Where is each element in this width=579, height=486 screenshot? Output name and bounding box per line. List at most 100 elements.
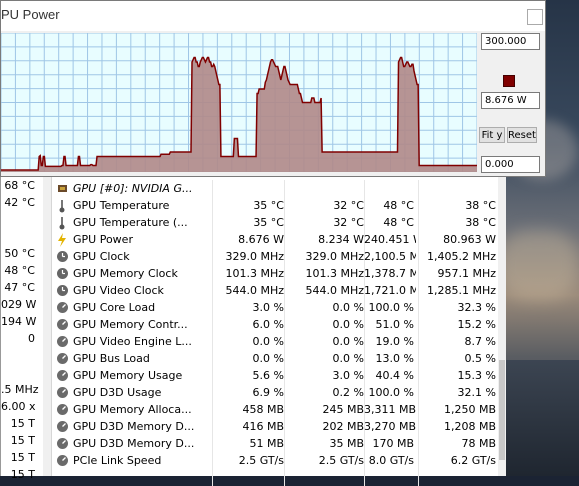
- left-value: 15 T: [10, 468, 35, 481]
- minimum-value: [284, 180, 364, 197]
- average-value: 6.2 GT/s: [450, 454, 496, 467]
- maximum-value: 3,270 MB: [364, 420, 416, 433]
- sensor-row[interactable]: GPU Power 8.676 W 8.234 W240.451 W 80.963 W: [52, 231, 498, 248]
- left-value: .5 MHz: [1, 383, 39, 396]
- average-value: 78 MB: [461, 437, 496, 450]
- thermometer-icon: [55, 216, 69, 230]
- left-value: 194 W: [1, 315, 37, 328]
- sensor-row[interactable]: GPU D3D Memory D... 51 MB 35 MB 170 MB 78 MB: [52, 435, 498, 452]
- sensor-table: GPU [#0]: NVIDIA G... GPU Temperature 35 °…: [52, 180, 498, 486]
- average-value: 1,405.2 MHz: [426, 250, 496, 263]
- gauge-icon: [55, 454, 69, 468]
- sensor-row[interactable]: GPU Memory Contr... 6.0 % 0.0 % 51.0 % 15.2 …: [52, 316, 498, 333]
- sensor-name-cell: GPU Memory Usage: [55, 367, 213, 384]
- sensor-row[interactable]: GPU Clock329.0 MHz329.0 MHz2,100.5 MHz1,…: [52, 248, 498, 265]
- left-value-row: 47 °C: [1, 279, 43, 296]
- scrollbar-thumb[interactable]: [499, 360, 505, 460]
- average-value: 32.1 %: [457, 386, 496, 399]
- left-value-row: 0: [1, 330, 43, 347]
- chip-icon: [55, 182, 69, 196]
- current-value: 8.676 W: [238, 233, 284, 246]
- minimum-value: 32 °C: [333, 199, 364, 212]
- left-value: 15 T: [10, 451, 35, 464]
- min-value-field[interactable]: 0.000: [481, 156, 540, 173]
- current-value: [212, 180, 284, 197]
- sensor-name: GPU Temperature (...: [73, 216, 188, 229]
- sensor-row[interactable]: GPU D3D Usage 6.9 % 0.2 % 100.0 % 32.1 %: [52, 384, 498, 401]
- series-color-swatch[interactable]: [503, 75, 515, 87]
- left-value-row: [1, 211, 43, 228]
- graph-titlebar[interactable]: PU Power: [1, 1, 545, 31]
- minimum-value: 8.234 W: [318, 233, 364, 246]
- sensor-name: GPU Clock: [73, 250, 130, 263]
- gauge-icon: [55, 420, 69, 434]
- sensor-name-cell: GPU Memory Alloca...: [55, 401, 213, 418]
- current-value: 544.0 MHz: [225, 284, 284, 297]
- sensor-row[interactable]: GPU Memory Usage 5.6 % 3.0 % 40.4 % 15.3 %: [52, 367, 498, 384]
- sensor-row[interactable]: GPU Video Clock 544.0 MHz 544.0 MHz 1,721.0…: [52, 282, 498, 299]
- average-value: 15.3 %: [457, 369, 496, 382]
- sensor-name-cell: GPU Core Load: [55, 299, 213, 316]
- sensor-name-cell: GPU Video Engine L...: [55, 333, 213, 350]
- sensor-name: GPU Memory Contr...: [73, 318, 188, 331]
- sensor-name-cell: GPU D3D Memory D...: [55, 435, 213, 452]
- left-value-row: 15 T: [1, 449, 43, 466]
- average-value: 1,285.1 MHz: [426, 284, 496, 297]
- sensor-name: GPU Memory Clock: [73, 267, 178, 280]
- max-value-field[interactable]: 300.000: [481, 33, 540, 50]
- maximum-value: 170 MB: [372, 437, 414, 450]
- gauge-icon: [55, 437, 69, 451]
- sensor-row[interactable]: GPU Video Engine L... 0.0 % 0.0 % 19.0 % 8.7…: [52, 333, 498, 350]
- sensor-name-cell: GPU Bus Load: [55, 350, 213, 367]
- gauge-icon: [55, 352, 69, 366]
- gauge-icon: [55, 301, 69, 315]
- sensor-row[interactable]: GPU D3D Memory D... 416 MB 202 MB 3,270 MB 1…: [52, 418, 498, 435]
- average-value: 1,208 MB: [443, 420, 496, 433]
- vertical-scrollbar[interactable]: [498, 170, 506, 476]
- current-value: 458 MB: [242, 403, 284, 416]
- current-value: 51 MB: [249, 437, 284, 450]
- minimum-value: 0.0 %: [332, 318, 364, 331]
- sensor-name-cell: PCIe Link Speed: [55, 452, 213, 469]
- sensor-row[interactable]: GPU Memory Alloca... 458 MB 245 MB 3,311 MB…: [52, 401, 498, 418]
- current-value: 35 °C: [253, 199, 284, 212]
- panel-splitter[interactable]: [43, 170, 52, 476]
- clock-icon: [55, 250, 69, 264]
- current-value: 0.0 %: [252, 335, 284, 348]
- sensor-row[interactable]: PCIe Link Speed 2.5 GT/s 2.5 GT/s 8.0 GT/s 6…: [52, 452, 498, 469]
- minimum-value: 35 MB: [329, 437, 364, 450]
- left-value-row: 42 °C: [1, 194, 43, 211]
- minimum-value: 3.0 %: [332, 369, 364, 382]
- maximum-value: 100.0 %: [368, 386, 414, 399]
- sensor-row[interactable]: GPU Memory Clock 101.3 MHz 101.3 MHz 1,378.…: [52, 265, 498, 282]
- maximum-value: 40.4 %: [375, 369, 414, 382]
- sensor-row[interactable]: GPU Core Load 3.0 % 0.0 % 100.0 % 32.3 %: [52, 299, 498, 316]
- average-value: 38 °C: [465, 216, 496, 229]
- left-value-row: 68 °C: [1, 177, 43, 194]
- left-value-row: 6.00 x: [1, 398, 43, 415]
- minimum-value: 0.0 %: [332, 301, 364, 314]
- average-value: 15.2 %: [457, 318, 496, 331]
- sensor-name: GPU Core Load: [73, 301, 156, 314]
- average-value: 38 °C: [465, 199, 496, 212]
- clock-icon: [55, 284, 69, 298]
- fit-y-button[interactable]: Fit y: [479, 127, 505, 143]
- average-value: 80.963 W: [443, 233, 496, 246]
- sensor-row[interactable]: GPU Temperature (... 35 °C 32 °C 48 °C 38 °C: [52, 214, 498, 231]
- sensor-group-row[interactable]: GPU [#0]: NVIDIA G...: [52, 180, 498, 197]
- sensor-row[interactable]: GPU Temperature 35 °C 32 °C 48 °C 38 °C: [52, 197, 498, 214]
- minimum-value: 329.0 MHz: [305, 250, 364, 263]
- sensor-row[interactable]: GPU Bus Load 0.0 % 0.0 % 13.0 % 0.5 %: [52, 350, 498, 367]
- left-value: 6.00 x: [1, 400, 36, 413]
- sensor-name: GPU Video Engine L...: [73, 335, 192, 348]
- reset-button[interactable]: Reset: [507, 127, 537, 143]
- close-button[interactable]: [527, 9, 543, 25]
- current-value: 35 °C: [253, 216, 284, 229]
- left-value-row: [1, 347, 43, 364]
- sensor-window: 67 °C68 °C42 °C50 °C48 °C47 °C029 W194 W…: [0, 160, 506, 486]
- average-value: 1,250 MB: [443, 403, 496, 416]
- sensor-name: GPU D3D Usage: [73, 386, 162, 399]
- maximum-value: 48 °C: [383, 199, 414, 212]
- minimum-value: 2.5 GT/s: [318, 454, 364, 467]
- maximum-value: 8.0 GT/s: [368, 454, 414, 467]
